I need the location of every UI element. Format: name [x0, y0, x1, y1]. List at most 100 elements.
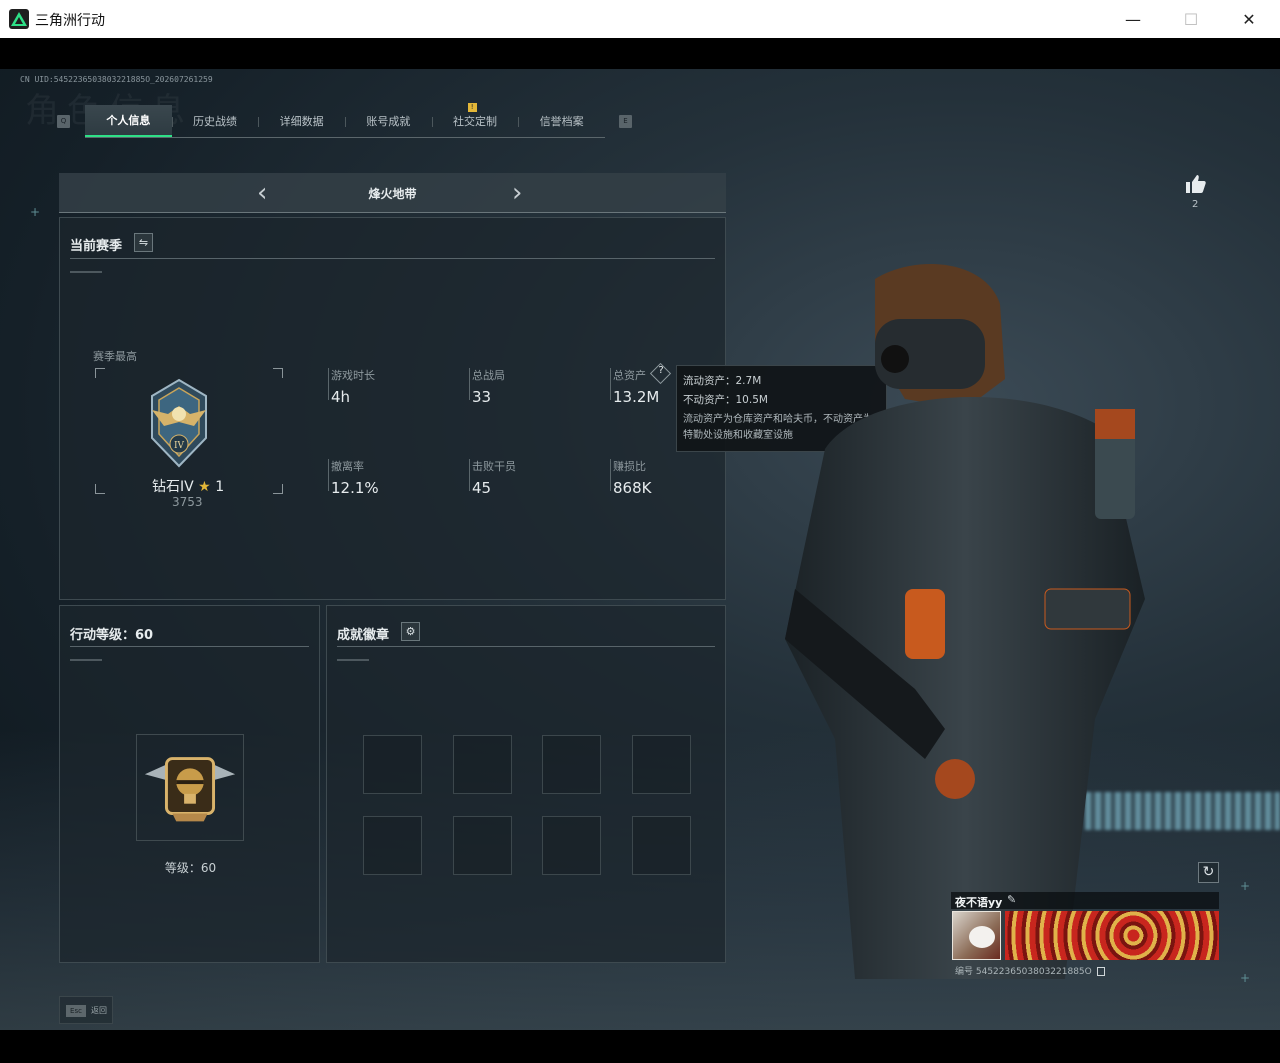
- stat-label-matches: 总战局: [472, 369, 505, 382]
- badge-slot[interactable]: [632, 816, 691, 875]
- app-logo-icon: [9, 9, 29, 29]
- stat-value-profit-ratio: 868K: [613, 479, 652, 497]
- divider: [70, 258, 715, 259]
- achievements-title: 成就徽章: [337, 628, 390, 643]
- tab-bar: Q 个人信息 历史战绩 详细数据 账号成就 ! 社交定制 信誉档案 E: [57, 103, 634, 138]
- badge-slot[interactable]: [632, 735, 691, 794]
- frame-corner: [273, 368, 283, 378]
- level-badge-frame: [136, 734, 244, 841]
- player-id-row: 编号 5452236503803221885O: [955, 964, 1105, 977]
- divider: [70, 646, 309, 647]
- copy-icon[interactable]: [1096, 967, 1105, 976]
- badge-slot[interactable]: [542, 816, 601, 875]
- letterbox-top: [0, 38, 1280, 69]
- frame-corner: [95, 484, 105, 494]
- star-icon: ★: [198, 479, 211, 495]
- tab-label: 账号成就: [366, 115, 411, 128]
- badge-slot[interactable]: [542, 735, 601, 794]
- tab-label: 信誉档案: [539, 115, 584, 128]
- level-caption: 等级：60: [164, 861, 217, 875]
- stat-value-assets: 13.2M: [613, 388, 660, 406]
- edit-icon[interactable]: ✎: [1007, 893, 1016, 906]
- tab-achievements[interactable]: 账号成就: [345, 105, 432, 137]
- tab-label: 社交定制: [453, 115, 498, 128]
- achievements-panel: 成就徽章 ⚙: [326, 605, 726, 963]
- level-badge-icon: [144, 757, 236, 822]
- player-name: 夜不语yy: [955, 896, 1003, 909]
- badge-slot[interactable]: [363, 735, 422, 794]
- refresh-button[interactable]: ↻: [1198, 862, 1219, 883]
- tab-label: 个人信息: [106, 114, 151, 127]
- badge-slot[interactable]: [363, 816, 422, 875]
- player-card[interactable]: 夜不语yy ✎: [951, 892, 1219, 962]
- rank-name: 钻石IV: [152, 479, 194, 495]
- game-viewport: 角色信息 CN UID:5452236503803221885O_2026072…: [0, 69, 1280, 1030]
- tab-detailed-data[interactable]: 详细数据: [258, 105, 345, 137]
- close-button[interactable]: ✕: [1220, 0, 1278, 38]
- tab-label: 历史战绩: [193, 115, 237, 128]
- switch-season-button[interactable]: ⇋: [134, 233, 153, 252]
- back-button[interactable]: Esc 返回: [59, 996, 113, 1024]
- next-mode-button[interactable]: ›: [512, 178, 522, 208]
- season-panel: 当前赛季 ⇋ 赛季最高 IV 钻石IV ★ 1 3753 游戏时长 4h 总战局…: [59, 217, 726, 600]
- window-titlebar: 三角洲行动 — ☐ ✕: [0, 0, 1280, 38]
- badge-slot[interactable]: [453, 735, 512, 794]
- mode-title: 烽火地带: [368, 187, 417, 201]
- level-title: 行动等级：60: [70, 628, 154, 643]
- tab-personal-info[interactable]: 个人信息: [85, 105, 172, 137]
- stat-divider: [610, 368, 611, 400]
- tab-history[interactable]: 历史战绩: [171, 105, 259, 137]
- crosshair-decoration: +: [1240, 971, 1251, 985]
- rank-score: 3753: [172, 495, 203, 509]
- season-title: 当前赛季: [70, 239, 123, 254]
- operator-character-image: [765, 259, 1155, 999]
- stat-value-playtime: 4h: [331, 388, 351, 406]
- player-banner-image: [1005, 911, 1219, 960]
- stat-label-kills: 击败干员: [472, 460, 516, 473]
- stat-label-profit-ratio: 赚损比: [613, 460, 646, 473]
- stat-label-assets: 总资产: [613, 369, 646, 382]
- rank-stars: 1: [215, 479, 225, 495]
- tab-row: 个人信息 历史战绩 详细数据 账号成就 ! 社交定制 信誉档案: [85, 103, 605, 138]
- season-best-label: 赛季最高: [93, 350, 137, 363]
- player-id: 编号 5452236503803221885O: [955, 967, 1092, 977]
- gear-icon[interactable]: ⚙: [401, 622, 420, 641]
- stat-value-kills: 45: [472, 479, 492, 497]
- avatar[interactable]: [952, 911, 1001, 960]
- divider-accent: [337, 659, 369, 661]
- minimize-button[interactable]: —: [1104, 0, 1162, 38]
- letterbox-bottom: [0, 1030, 1280, 1063]
- svg-text:IV: IV: [174, 441, 185, 451]
- rank-name-row: 钻石IV ★ 1: [152, 476, 224, 496]
- uid-text: CN UID:5452236503803221885O_202607261259: [20, 75, 213, 84]
- back-label: 返回: [91, 1006, 107, 1015]
- key-hint-q: Q: [57, 115, 70, 128]
- notification-badge: !: [467, 103, 477, 112]
- tab-label: 详细数据: [279, 115, 324, 128]
- divider: [337, 646, 715, 647]
- stat-divider: [328, 368, 329, 400]
- thumbs-up-icon: [1186, 175, 1206, 193]
- crosshair-decoration: +: [30, 205, 41, 219]
- stat-divider: [328, 459, 329, 491]
- stat-divider: [469, 368, 470, 400]
- key-hint-e: E: [619, 115, 632, 128]
- stat-label-extract-rate: 撤离率: [331, 460, 364, 473]
- esc-key-hint: Esc: [66, 1005, 86, 1017]
- tab-social[interactable]: ! 社交定制: [431, 103, 519, 137]
- player-name-bar: 夜不语yy ✎: [951, 892, 1219, 909]
- like-button[interactable]: [1184, 172, 1208, 200]
- help-icon[interactable]: ?: [653, 365, 669, 376]
- level-panel: 行动等级：60 等级：60: [59, 605, 320, 963]
- like-count: 2: [1192, 199, 1199, 210]
- stat-label-playtime: 游戏时长: [331, 369, 375, 382]
- divider-accent: [70, 271, 102, 273]
- tab-reputation[interactable]: 信誉档案: [518, 105, 605, 137]
- stat-divider: [469, 459, 470, 491]
- maximize-button[interactable]: ☐: [1162, 0, 1220, 38]
- window-title: 三角洲行动: [35, 13, 105, 29]
- rank-badge-icon: IV: [144, 378, 214, 468]
- frame-corner: [273, 484, 283, 494]
- frame-corner: [95, 368, 105, 378]
- badge-slot[interactable]: [453, 816, 512, 875]
